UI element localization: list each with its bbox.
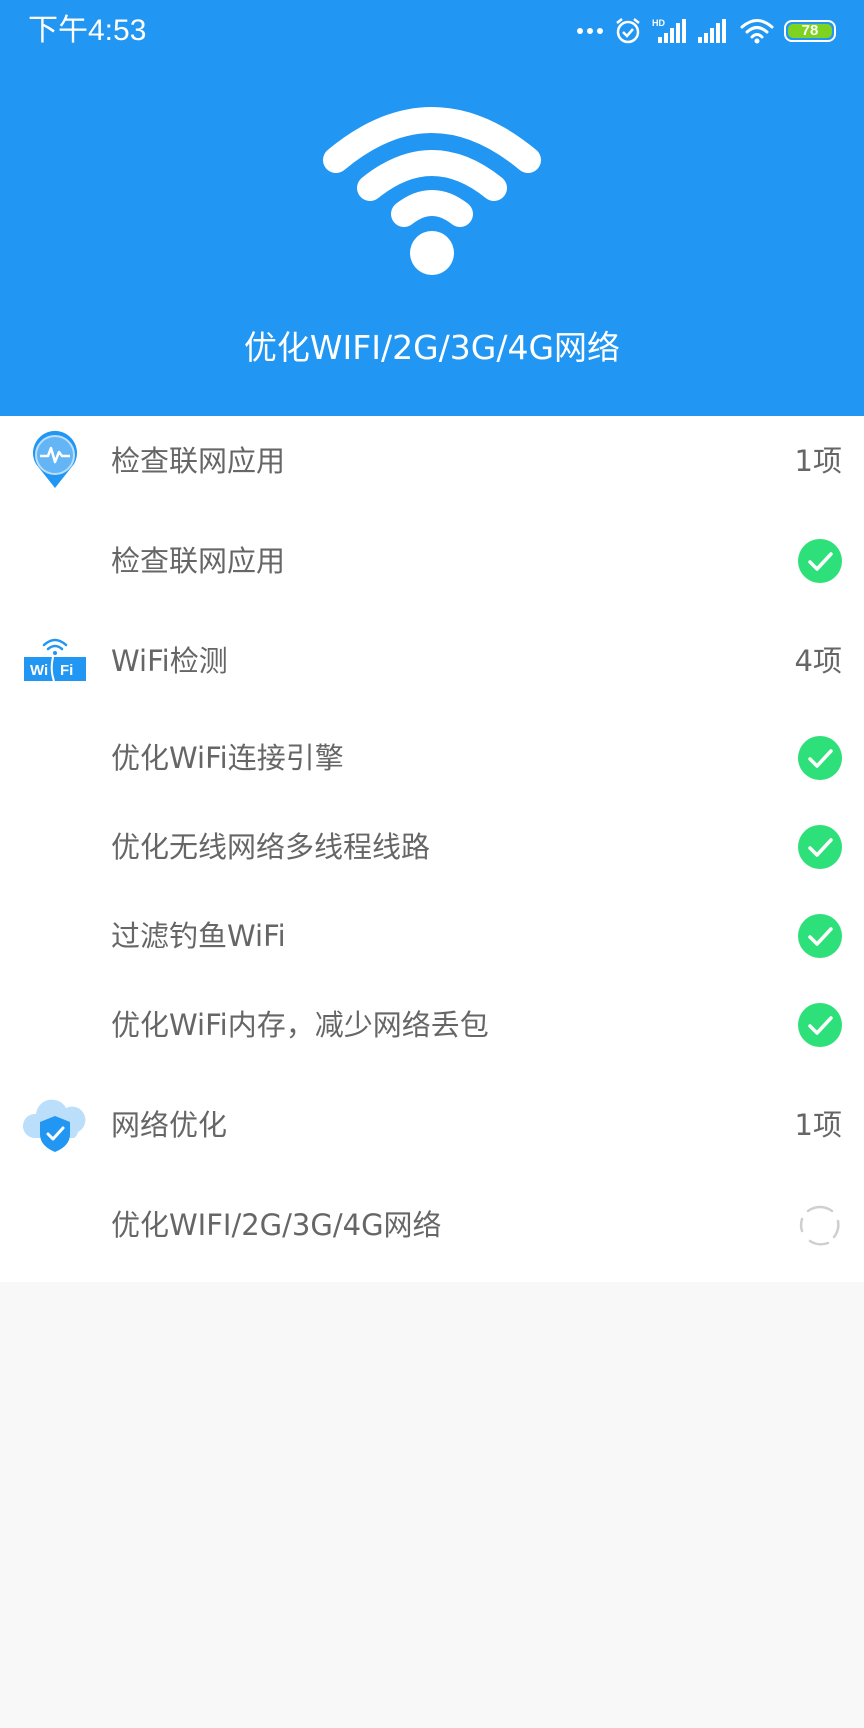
wifi-badge-icon: Wi Fi bbox=[24, 638, 86, 682]
more-dots-icon bbox=[576, 26, 604, 36]
list-item: 优化WIFI/2G/3G/4G网络 bbox=[0, 1180, 864, 1270]
wifi-icon bbox=[323, 107, 541, 275]
svg-text:HD: HD bbox=[652, 18, 665, 28]
check-icon bbox=[798, 1003, 842, 1047]
section-title: WiFi检测 bbox=[111, 644, 228, 678]
section-title: 网络优化 bbox=[111, 1108, 228, 1142]
section-count: 4项 bbox=[794, 644, 842, 678]
optimization-list: 检查联网应用 1项 检查联网应用 Wi Fi WiFi检测 4项 优化WiFi连… bbox=[0, 416, 864, 1282]
section-count: 1项 bbox=[794, 1108, 842, 1142]
battery-icon: 78 bbox=[784, 20, 836, 42]
alarm-clock-icon bbox=[614, 17, 642, 45]
status-bar: 下午4:53 HD 78 bbox=[0, 0, 864, 62]
svg-text:Fi: Fi bbox=[60, 662, 73, 679]
wifi-status-icon bbox=[740, 17, 774, 45]
check-icon bbox=[798, 825, 842, 869]
item-label: 过滤钓鱼WiFi bbox=[111, 919, 286, 953]
list-item: 检查联网应用 bbox=[0, 516, 864, 606]
item-label: 优化无线网络多线程线路 bbox=[111, 830, 431, 864]
header-title: 优化WIFI/2G/3G/4G网络 bbox=[243, 328, 621, 367]
check-icon bbox=[798, 914, 842, 958]
check-icon bbox=[798, 736, 842, 780]
section-header-network-optimize: 网络优化 1项 bbox=[0, 1080, 864, 1170]
location-pulse-icon bbox=[33, 430, 77, 488]
cloud-shield-icon bbox=[22, 1099, 86, 1152]
item-label: 优化WiFi内存，减少网络丢包 bbox=[111, 1008, 489, 1042]
list-item: 优化WiFi内存，减少网络丢包 bbox=[0, 980, 864, 1070]
section-count: 1项 bbox=[794, 444, 842, 478]
item-label: 优化WiFi连接引擎 bbox=[111, 741, 344, 775]
status-time: 下午4:53 bbox=[28, 14, 147, 47]
hd-signal-icon: HD bbox=[652, 17, 686, 45]
section-title: 检查联网应用 bbox=[111, 444, 286, 478]
item-label: 优化WIFI/2G/3G/4G网络 bbox=[111, 1208, 442, 1242]
section-header-wifi-check: Wi Fi WiFi检测 4项 bbox=[0, 616, 864, 706]
svg-text:Wi: Wi bbox=[30, 662, 48, 679]
section-header-app-check: 检查联网应用 1项 bbox=[0, 416, 864, 506]
header: 下午4:53 HD 78 优化WIFI/2G/3G/4G网络 bbox=[0, 0, 864, 416]
list-item: 优化无线网络多线程线路 bbox=[0, 802, 864, 892]
item-label: 检查联网应用 bbox=[111, 544, 286, 578]
check-icon bbox=[798, 539, 842, 583]
list-item: 优化WiFi连接引擎 bbox=[0, 713, 864, 803]
signal-icon bbox=[696, 17, 730, 45]
loading-spinner-icon bbox=[799, 1205, 840, 1246]
battery-level: 78 bbox=[801, 22, 819, 39]
list-item: 过滤钓鱼WiFi bbox=[0, 891, 864, 981]
status-icons: HD 78 bbox=[576, 14, 836, 48]
